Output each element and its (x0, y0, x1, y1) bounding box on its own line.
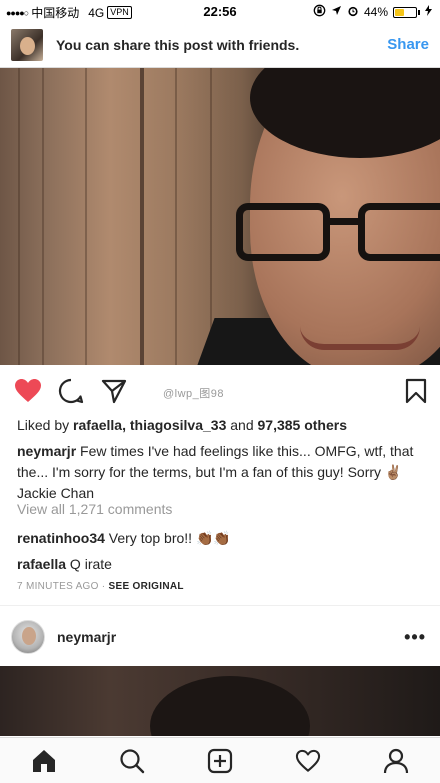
post-divider (0, 605, 440, 606)
heart-filled-icon[interactable] (14, 377, 42, 405)
charging-icon (425, 5, 432, 19)
comment-text: Q irate (66, 556, 112, 572)
post-caption: neymarjr Few times I've had feelings lik… (17, 441, 427, 504)
battery-percent: 44% (363, 5, 388, 19)
comment-item: renatinhoo34 Very top bro!! 👏🏾👏🏾 (17, 530, 231, 547)
comment-icon[interactable] (57, 377, 85, 405)
location-icon (331, 5, 342, 19)
share-banner-text: You can share this post with friends. (56, 36, 300, 53)
share-banner: You can share this post with friends. Sh… (0, 22, 440, 68)
comment-username[interactable]: renatinhoo34 (17, 530, 105, 546)
post-actions: @lwp_图98 (0, 365, 440, 417)
likes-prefix: Liked by (17, 417, 74, 433)
more-options-icon[interactable]: ••• (404, 628, 426, 646)
avatar[interactable] (11, 620, 45, 654)
post-timestamp: 7 MINUTES AGO · SEE ORIGINAL (17, 581, 184, 592)
alarm-icon (347, 5, 359, 20)
next-post-username[interactable]: neymarjr (57, 629, 404, 645)
comment-username[interactable]: rafaella (17, 556, 66, 572)
see-original-link[interactable]: SEE ORIGINAL (109, 581, 184, 592)
comment-item: rafaella Q irate (17, 556, 112, 572)
bookmark-icon[interactable] (402, 377, 430, 405)
time-ago: 7 MINUTES AGO (17, 581, 99, 592)
add-post-icon[interactable] (206, 747, 234, 775)
watermark: @lwp_图98 (163, 388, 225, 400)
post-photo[interactable] (0, 68, 440, 365)
battery-tip (418, 9, 420, 15)
home-icon[interactable] (30, 747, 58, 775)
comment-text: Very top bro!! 👏🏾👏🏾 (104, 530, 231, 546)
liked-users[interactable]: rafaella, thiagosilva_33 (73, 417, 226, 433)
next-post-header: neymarjr ••• (0, 614, 440, 660)
profile-icon[interactable] (382, 747, 410, 775)
post-thumbnail (11, 28, 43, 61)
status-bar: ●●●●○ 中国移动 4G VPN 22:56 44% (0, 0, 440, 22)
next-post-photo[interactable] (0, 666, 440, 736)
search-icon[interactable] (118, 747, 146, 775)
caption-text: Few times I've had feelings like this...… (17, 443, 414, 501)
battery-icon (393, 6, 417, 18)
likes-count[interactable]: 97,385 others (258, 417, 348, 433)
status-right: 44% (313, 4, 432, 20)
direct-share-icon[interactable] (100, 377, 128, 405)
likes-line: Liked by rafaella, thiagosilva_33 and 97… (17, 417, 347, 433)
view-all-comments-link[interactable]: View all 1,271 comments (17, 501, 172, 517)
caption-username[interactable]: neymarjr (17, 443, 76, 459)
heart-outline-icon[interactable] (294, 747, 322, 775)
share-button[interactable]: Share (387, 36, 429, 53)
timestamp-separator: · (98, 581, 109, 592)
bottom-tab-bar (0, 737, 440, 783)
likes-and: and (226, 417, 258, 433)
lock-rotation-icon (313, 4, 326, 20)
